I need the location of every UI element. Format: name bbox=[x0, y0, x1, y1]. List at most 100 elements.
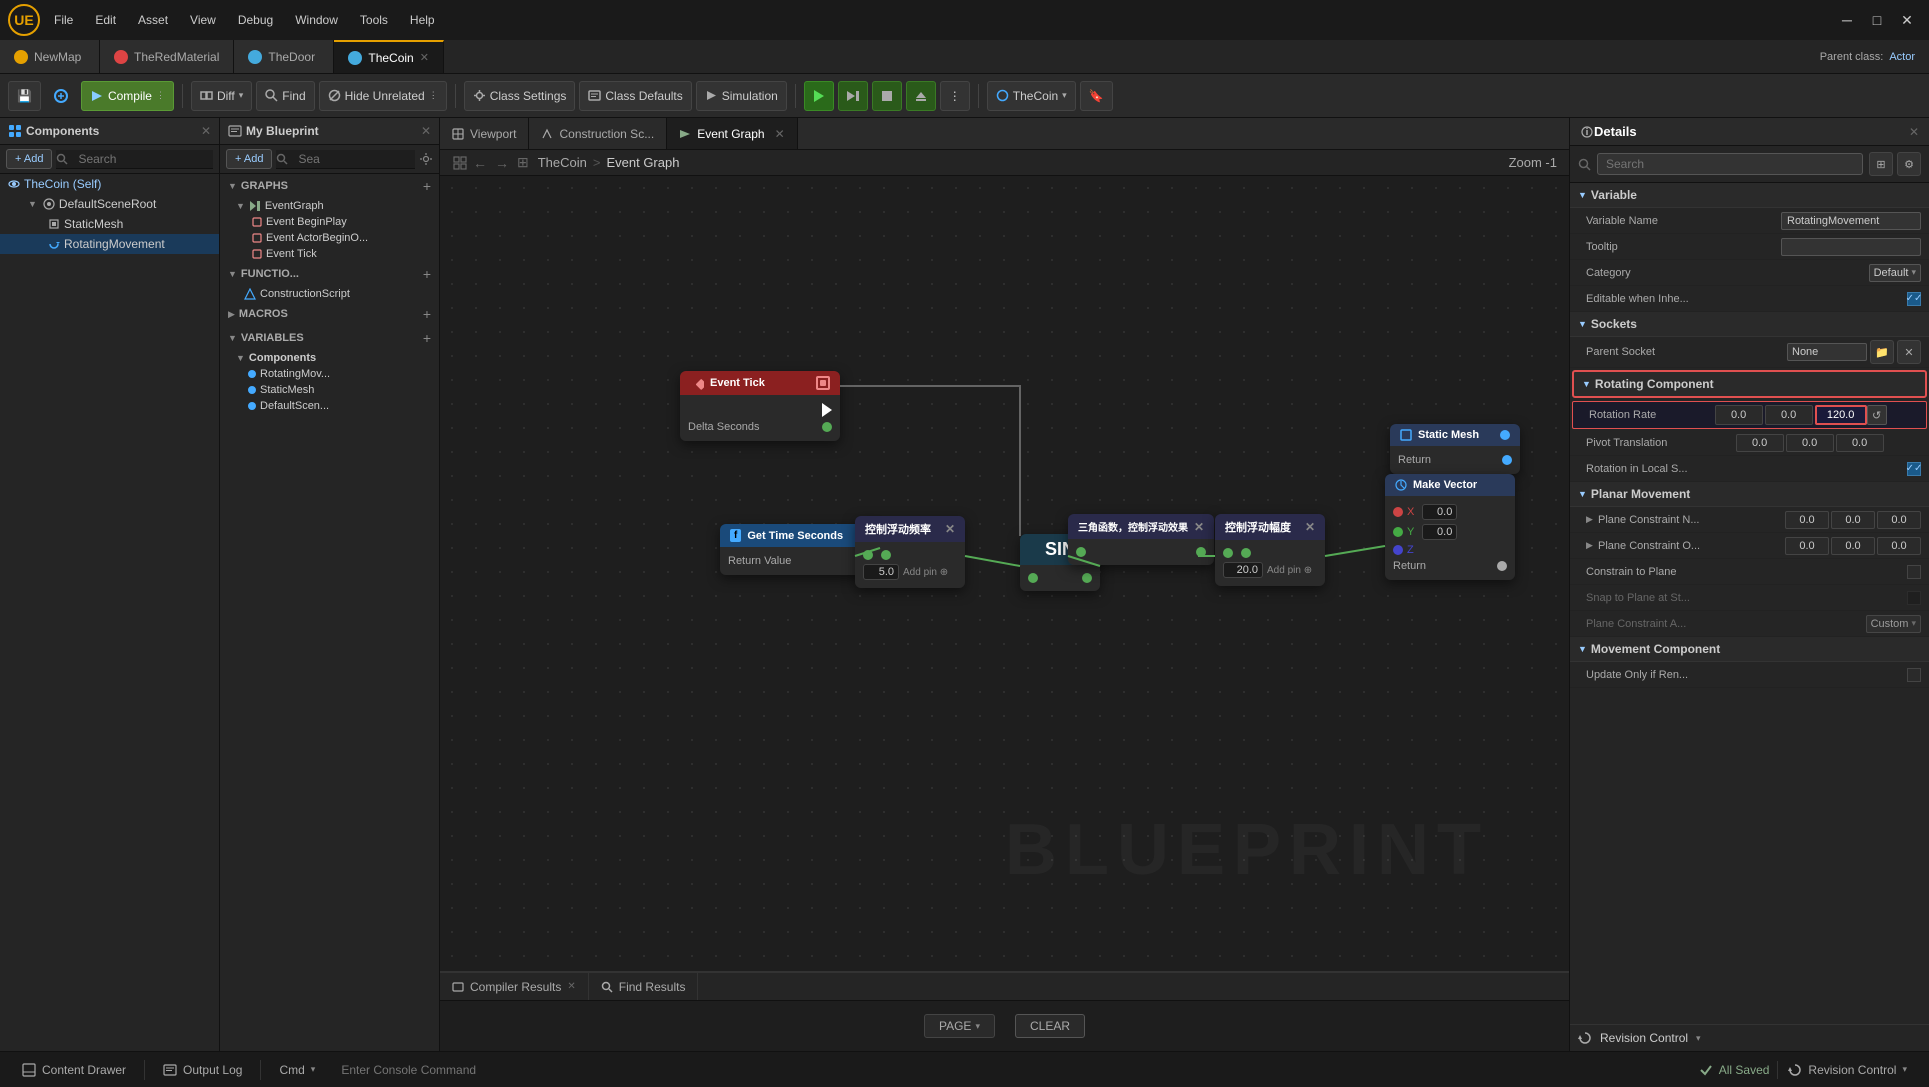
rotation-rate-z-input[interactable] bbox=[1815, 405, 1867, 425]
plane-n-y-input[interactable] bbox=[1831, 511, 1875, 529]
prop-checkbox-constrain-plane[interactable] bbox=[1907, 565, 1921, 579]
functions-add-button[interactable]: + bbox=[423, 266, 431, 282]
menu-tools[interactable]: Tools bbox=[350, 9, 398, 31]
tab-close-eventgraph[interactable]: ✕ bbox=[775, 127, 785, 141]
tree-item-defaultsceneroot[interactable]: ▼ DefaultSceneRoot bbox=[0, 194, 219, 214]
amplitude-control-close[interactable]: ✕ bbox=[1305, 520, 1315, 534]
clear-button[interactable]: CLEAR bbox=[1015, 1014, 1085, 1038]
tree-item-staticmesh[interactable]: StaticMesh bbox=[0, 214, 219, 234]
amplitude-value-input[interactable] bbox=[1223, 562, 1263, 578]
grid-nav-icon[interactable] bbox=[452, 155, 468, 171]
blueprint-settings-icon[interactable] bbox=[419, 152, 433, 166]
components-close[interactable]: ✕ bbox=[201, 124, 211, 138]
tab-newmap[interactable]: NewMap bbox=[0, 40, 100, 73]
bp-item-defaultscene-var[interactable]: DefaultScen... bbox=[220, 398, 439, 414]
plane-n-z-input[interactable] bbox=[1877, 511, 1921, 529]
tab-close-thecoin[interactable]: ✕ bbox=[420, 51, 429, 64]
macros-section[interactable]: ▶ MACROS + bbox=[220, 302, 439, 326]
node-freq-control[interactable]: 控制浮动频率 ✕ Add pin ⊕ bbox=[855, 516, 965, 588]
planar-section-header[interactable]: ▼ Planar Movement bbox=[1570, 482, 1929, 507]
plane-n-x-input[interactable] bbox=[1785, 511, 1829, 529]
class-settings-button[interactable]: Class Settings bbox=[464, 81, 576, 111]
nav-home-button[interactable]: ⊞ bbox=[514, 154, 532, 171]
nav-forward-button[interactable]: → bbox=[492, 155, 512, 171]
variable-section-header[interactable]: ▼ Variable bbox=[1570, 183, 1929, 208]
amp-add-pin[interactable]: Add pin ⊕ bbox=[1267, 565, 1312, 576]
simulation-button[interactable]: Simulation bbox=[696, 81, 787, 111]
variables-add-button[interactable]: + bbox=[423, 330, 431, 346]
prop-select-plane-constraint-a[interactable]: Custom ▾ bbox=[1866, 615, 1921, 633]
movement-section-header[interactable]: ▼ Movement Component bbox=[1570, 637, 1929, 662]
menu-file[interactable]: File bbox=[44, 9, 83, 31]
prop-select-parent-socket[interactable]: None bbox=[1787, 343, 1867, 361]
bp-item-eventgraph[interactable]: ▼ EventGraph bbox=[220, 198, 439, 214]
vec-y-input[interactable] bbox=[1422, 524, 1457, 540]
tab-eventgraph[interactable]: Event Graph ✕ bbox=[667, 118, 797, 149]
save-button[interactable]: 💾 bbox=[8, 81, 41, 111]
bp-item-constructionscript[interactable]: ConstructionScript bbox=[220, 286, 439, 302]
minimize-button[interactable]: ─ bbox=[1833, 6, 1861, 34]
freq-add-pin[interactable]: Add pin ⊕ bbox=[903, 567, 948, 578]
compile-button[interactable]: Compile ⋮ bbox=[81, 81, 174, 111]
prop-select-category[interactable]: Default ▾ bbox=[1869, 264, 1921, 282]
close-button[interactable]: ✕ bbox=[1893, 6, 1921, 34]
nav-back-button[interactable]: ← bbox=[470, 155, 490, 171]
variables-section[interactable]: ▼ VARIABLES + bbox=[220, 326, 439, 350]
rotation-rate-y-input[interactable] bbox=[1765, 405, 1813, 425]
bp-item-actorbeginoverlap[interactable]: Event ActorBeginO... bbox=[220, 230, 439, 246]
bookmark-button[interactable]: 🔖 bbox=[1080, 81, 1113, 111]
node-static-mesh[interactable]: Static Mesh Return bbox=[1390, 424, 1520, 474]
content-drawer-button[interactable]: Content Drawer bbox=[12, 1061, 136, 1079]
plane-o-y-input[interactable] bbox=[1831, 537, 1875, 555]
find-button[interactable]: Find bbox=[256, 81, 314, 111]
blueprint-icon-button[interactable] bbox=[45, 81, 77, 111]
menu-asset[interactable]: Asset bbox=[128, 9, 178, 31]
socket-clear-icon[interactable]: ✕ bbox=[1897, 340, 1921, 364]
node-triangle-control[interactable]: 三角函数，控制浮动效果 ✕ bbox=[1068, 514, 1214, 565]
tab-thedoor[interactable]: TheDoor bbox=[234, 40, 334, 73]
cmd-button[interactable]: Cmd ▾ bbox=[269, 1061, 325, 1079]
plane-o-z-input[interactable] bbox=[1877, 537, 1921, 555]
details-close[interactable]: ✕ bbox=[1909, 125, 1919, 139]
blueprint-add-button[interactable]: + Add bbox=[226, 149, 272, 169]
components-add-button[interactable]: + Add bbox=[6, 149, 52, 169]
graphs-section[interactable]: ▼ GRAPHS + bbox=[220, 174, 439, 198]
pivot-x-input[interactable] bbox=[1736, 434, 1784, 452]
prop-input-variable-name[interactable] bbox=[1781, 212, 1921, 230]
diff-button[interactable]: Diff ▾ bbox=[191, 81, 252, 111]
socket-browse-icon[interactable]: 📁 bbox=[1870, 340, 1894, 364]
tab-viewport[interactable]: Viewport bbox=[440, 118, 529, 149]
freq-value-input[interactable] bbox=[863, 564, 899, 580]
menu-debug[interactable]: Debug bbox=[228, 9, 283, 31]
blueprint-panel-close[interactable]: ✕ bbox=[421, 124, 431, 138]
tree-item-rotatingmovement[interactable]: RotatingMovement bbox=[0, 234, 219, 254]
stop-button[interactable] bbox=[872, 81, 902, 111]
console-input[interactable] bbox=[333, 1059, 1690, 1081]
tab-thecoin[interactable]: TheCoin ✕ bbox=[334, 40, 444, 73]
rotation-rate-reset[interactable]: ↺ bbox=[1867, 405, 1887, 425]
plane-o-x-input[interactable] bbox=[1785, 537, 1829, 555]
pivot-z-input[interactable] bbox=[1836, 434, 1884, 452]
details-search-input[interactable] bbox=[1597, 153, 1863, 175]
prop-checkbox-rotation-local[interactable]: ✓ bbox=[1907, 462, 1921, 476]
class-defaults-button[interactable]: Class Defaults bbox=[579, 81, 691, 111]
graph-canvas[interactable]: BLUEPRINT Event Tick Delta Seconds bbox=[440, 176, 1569, 971]
eject-button[interactable] bbox=[906, 81, 936, 111]
page-button[interactable]: PAGE ▾ bbox=[924, 1014, 995, 1038]
revision-control-button[interactable]: Revision Control ▾ bbox=[1777, 1061, 1917, 1079]
prop-input-tooltip[interactable] bbox=[1781, 238, 1921, 256]
hide-unrelated-button[interactable]: Hide Unrelated ⋮ bbox=[319, 81, 447, 111]
bp-item-beginplay[interactable]: Event BeginPlay bbox=[220, 214, 439, 230]
node-make-vector[interactable]: Make Vector X Y Z bbox=[1385, 474, 1515, 580]
tab-constructionsc[interactable]: Construction Sc... bbox=[529, 118, 667, 149]
triangle-control-close[interactable]: ✕ bbox=[1194, 520, 1204, 534]
compiler-results-close[interactable]: ✕ bbox=[567, 981, 575, 992]
graphs-add-button[interactable]: + bbox=[423, 178, 431, 194]
node-amplitude-control[interactable]: 控制浮动幅度 ✕ Add pin ⊕ bbox=[1215, 514, 1325, 586]
menu-window[interactable]: Window bbox=[285, 9, 348, 31]
node-event-tick[interactable]: Event Tick Delta Seconds bbox=[680, 371, 840, 441]
components-search-input[interactable] bbox=[72, 150, 152, 168]
sockets-section-header[interactable]: ▼ Sockets bbox=[1570, 312, 1929, 337]
prop-checkbox-editable-inherit[interactable]: ✓ bbox=[1907, 292, 1921, 306]
step-button[interactable] bbox=[838, 81, 868, 111]
